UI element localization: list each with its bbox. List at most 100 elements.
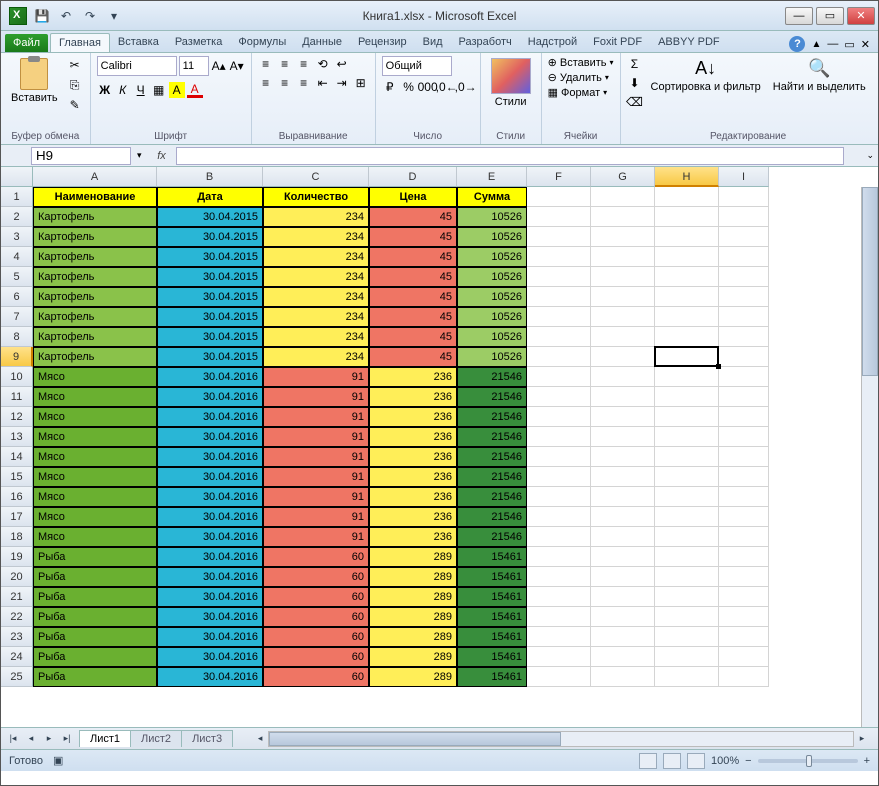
italic-button[interactable]: К xyxy=(115,82,131,98)
cell-D22[interactable]: 289 xyxy=(369,607,457,627)
cell-A17[interactable]: Мясо xyxy=(33,507,157,527)
cell-F13[interactable] xyxy=(527,427,591,447)
row-header-10[interactable]: 10 xyxy=(1,367,33,387)
col-header-C[interactable]: C xyxy=(263,167,369,187)
cell-C8[interactable]: 234 xyxy=(263,327,369,347)
cell-B3[interactable]: 30.04.2015 xyxy=(157,227,263,247)
cell-D25[interactable]: 289 xyxy=(369,667,457,687)
cell-I12[interactable] xyxy=(719,407,769,427)
cell-H10[interactable] xyxy=(655,367,719,387)
cell-H16[interactable] xyxy=(655,487,719,507)
cell-G3[interactable] xyxy=(591,227,655,247)
cell-H24[interactable] xyxy=(655,647,719,667)
row-header-14[interactable]: 14 xyxy=(1,447,33,467)
cell-F20[interactable] xyxy=(527,567,591,587)
comma-icon[interactable]: 000 xyxy=(420,79,436,95)
cell-A3[interactable]: Картофель xyxy=(33,227,157,247)
cell-A20[interactable]: Рыба xyxy=(33,567,157,587)
cell-H2[interactable] xyxy=(655,207,719,227)
cell-G11[interactable] xyxy=(591,387,655,407)
row-header-17[interactable]: 17 xyxy=(1,507,33,527)
cell-D4[interactable]: 45 xyxy=(369,247,457,267)
cell-H4[interactable] xyxy=(655,247,719,267)
cell-E9[interactable]: 10526 xyxy=(457,347,527,367)
cell-H17[interactable] xyxy=(655,507,719,527)
cell-G21[interactable] xyxy=(591,587,655,607)
cell-C17[interactable]: 91 xyxy=(263,507,369,527)
sheet-tab-Лист1[interactable]: Лист1 xyxy=(79,730,131,747)
format-painter-button[interactable]: ✎ xyxy=(66,96,84,114)
cell-E2[interactable]: 10526 xyxy=(457,207,527,227)
hscroll-left[interactable]: ◂ xyxy=(252,731,268,747)
cell-B18[interactable]: 30.04.2016 xyxy=(157,527,263,547)
cell-B24[interactable]: 30.04.2016 xyxy=(157,647,263,667)
cell-G25[interactable] xyxy=(591,667,655,687)
cell-F16[interactable] xyxy=(527,487,591,507)
cell-D12[interactable]: 236 xyxy=(369,407,457,427)
cell-I7[interactable] xyxy=(719,307,769,327)
cell-B12[interactable]: 30.04.2016 xyxy=(157,407,263,427)
cell-C10[interactable]: 91 xyxy=(263,367,369,387)
doc-restore-icon[interactable]: ▭ xyxy=(844,38,854,51)
help-icon[interactable]: ? xyxy=(789,36,805,52)
cell-C13[interactable]: 91 xyxy=(263,427,369,447)
decrease-indent-icon[interactable]: ⇤ xyxy=(315,75,331,91)
hscroll-thumb[interactable] xyxy=(269,732,561,746)
cell-G20[interactable] xyxy=(591,567,655,587)
align-bottom-icon[interactable]: ≡ xyxy=(296,56,312,72)
cell-I18[interactable] xyxy=(719,527,769,547)
fx-icon[interactable]: fx xyxy=(152,150,172,162)
formula-bar[interactable] xyxy=(176,147,845,165)
vertical-scrollbar[interactable] xyxy=(861,187,878,727)
cell-C6[interactable]: 234 xyxy=(263,287,369,307)
cell-F15[interactable] xyxy=(527,467,591,487)
cell-C15[interactable]: 91 xyxy=(263,467,369,487)
col-header-B[interactable]: B xyxy=(157,167,263,187)
font-name-select[interactable] xyxy=(97,56,177,76)
cell-A7[interactable]: Картофель xyxy=(33,307,157,327)
number-format-select[interactable] xyxy=(382,56,452,76)
name-box[interactable] xyxy=(31,147,131,165)
cell-G24[interactable] xyxy=(591,647,655,667)
cell-I13[interactable] xyxy=(719,427,769,447)
cell-B21[interactable]: 30.04.2016 xyxy=(157,587,263,607)
cell-G7[interactable] xyxy=(591,307,655,327)
cell-H23[interactable] xyxy=(655,627,719,647)
cell-E8[interactable]: 10526 xyxy=(457,327,527,347)
cell-I14[interactable] xyxy=(719,447,769,467)
cell-B13[interactable]: 30.04.2016 xyxy=(157,427,263,447)
row-header-12[interactable]: 12 xyxy=(1,407,33,427)
cell-F14[interactable] xyxy=(527,447,591,467)
cell-B23[interactable]: 30.04.2016 xyxy=(157,627,263,647)
cell-B1[interactable]: Дата xyxy=(157,187,263,207)
cell-A9[interactable]: Картофель xyxy=(33,347,157,367)
cell-H22[interactable] xyxy=(655,607,719,627)
cell-D14[interactable]: 236 xyxy=(369,447,457,467)
cell-F17[interactable] xyxy=(527,507,591,527)
cell-I23[interactable] xyxy=(719,627,769,647)
cell-E20[interactable]: 15461 xyxy=(457,567,527,587)
cell-A25[interactable]: Рыба xyxy=(33,667,157,687)
cell-D9[interactable]: 45 xyxy=(369,347,457,367)
cell-G22[interactable] xyxy=(591,607,655,627)
cell-D10[interactable]: 236 xyxy=(369,367,457,387)
row-header-19[interactable]: 19 xyxy=(1,547,33,567)
cell-D3[interactable]: 45 xyxy=(369,227,457,247)
doc-minimize-icon[interactable]: — xyxy=(827,38,838,50)
cell-D6[interactable]: 45 xyxy=(369,287,457,307)
cell-H14[interactable] xyxy=(655,447,719,467)
maximize-button[interactable]: ▭ xyxy=(816,7,844,25)
cell-A23[interactable]: Рыба xyxy=(33,627,157,647)
cell-F23[interactable] xyxy=(527,627,591,647)
tab-формулы[interactable]: Формулы xyxy=(230,33,294,52)
cell-D15[interactable]: 236 xyxy=(369,467,457,487)
cell-B10[interactable]: 30.04.2016 xyxy=(157,367,263,387)
cell-A16[interactable]: Мясо xyxy=(33,487,157,507)
cell-G13[interactable] xyxy=(591,427,655,447)
cell-H19[interactable] xyxy=(655,547,719,567)
cell-C4[interactable]: 234 xyxy=(263,247,369,267)
cell-I15[interactable] xyxy=(719,467,769,487)
cell-A14[interactable]: Мясо xyxy=(33,447,157,467)
cell-A12[interactable]: Мясо xyxy=(33,407,157,427)
cell-E14[interactable]: 21546 xyxy=(457,447,527,467)
